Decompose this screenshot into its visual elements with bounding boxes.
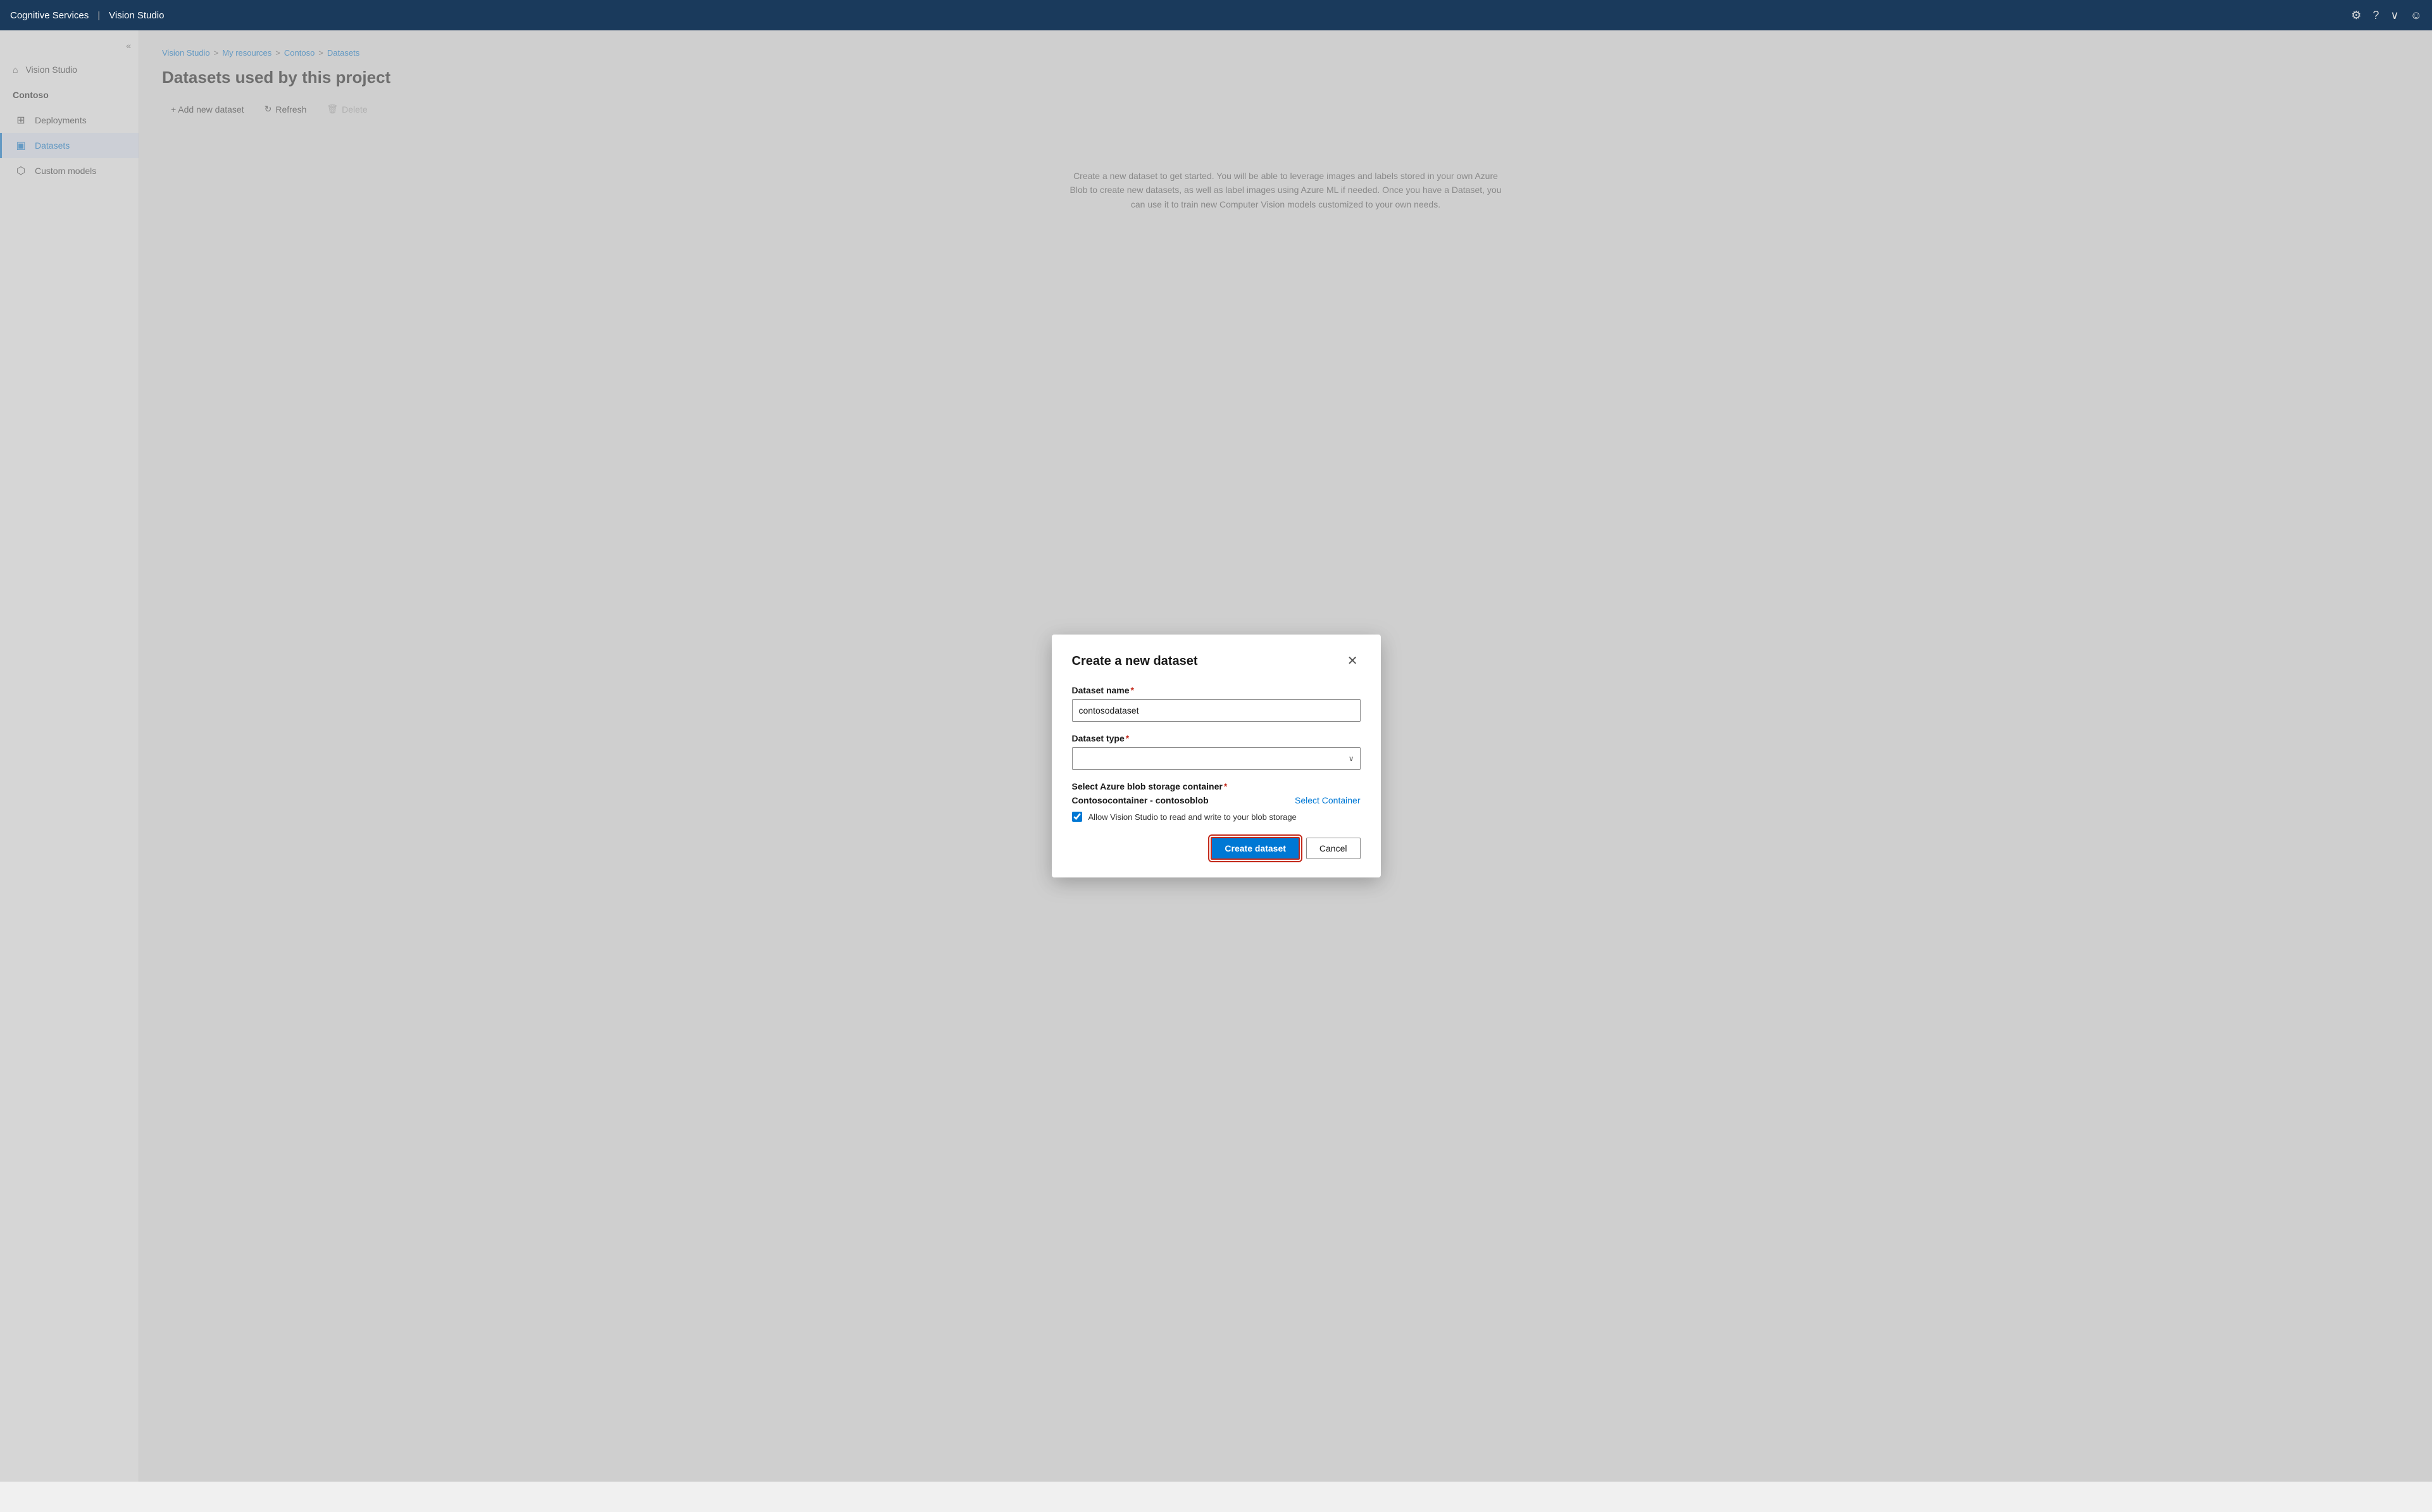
close-button[interactable]: ✕ [1345,652,1361,670]
brand-label: Cognitive Services [10,10,89,21]
app-name: Vision Studio [109,10,164,21]
dataset-type-select-wrapper: ∨ [1072,747,1361,770]
modal-overlay: Create a new dataset ✕ Dataset name* Dat… [0,30,2432,1482]
allow-readwrite-label: Allow Vision Studio to read and write to… [1088,812,1297,822]
topbar-left: Cognitive Services | Vision Studio [10,10,164,21]
dataset-type-select[interactable] [1072,747,1361,770]
create-dataset-modal: Create a new dataset ✕ Dataset name* Dat… [1052,635,1381,877]
dataset-name-required: * [1131,685,1134,695]
storage-container-group: Select Azure blob storage container* Con… [1072,781,1361,822]
checkbox-row: Allow Vision Studio to read and write to… [1072,812,1361,822]
select-container-link[interactable]: Select Container [1295,795,1361,805]
modal-header: Create a new dataset ✕ [1072,652,1361,670]
topbar-right: ⚙ ? ∨ ☺ [2351,9,2422,22]
topbar-separator: | [97,10,100,21]
storage-label: Select Azure blob storage container* [1072,781,1361,791]
cancel-button[interactable]: Cancel [1306,838,1361,859]
create-dataset-button[interactable]: Create dataset [1211,837,1300,860]
topbar: Cognitive Services | Vision Studio ⚙ ? ∨… [0,0,2432,30]
chevron-down-icon[interactable]: ∨ [2390,9,2398,22]
help-icon[interactable]: ? [2373,9,2379,22]
dataset-name-input[interactable] [1072,699,1361,722]
storage-required: * [1224,781,1227,791]
user-icon[interactable]: ☺ [2410,9,2422,22]
dataset-type-label: Dataset type* [1072,733,1361,743]
modal-title: Create a new dataset [1072,654,1198,669]
dataset-type-group: Dataset type* ∨ [1072,733,1361,770]
allow-readwrite-checkbox[interactable] [1072,812,1082,822]
settings-icon[interactable]: ⚙ [2351,9,2361,22]
storage-name: Contosocontainer - contosoblob [1072,795,1209,805]
modal-footer: Create dataset Cancel [1072,837,1361,860]
storage-row: Contosocontainer - contosoblob Select Co… [1072,795,1361,805]
dataset-type-required: * [1126,733,1129,743]
dataset-name-group: Dataset name* [1072,685,1361,722]
dataset-name-label: Dataset name* [1072,685,1361,695]
